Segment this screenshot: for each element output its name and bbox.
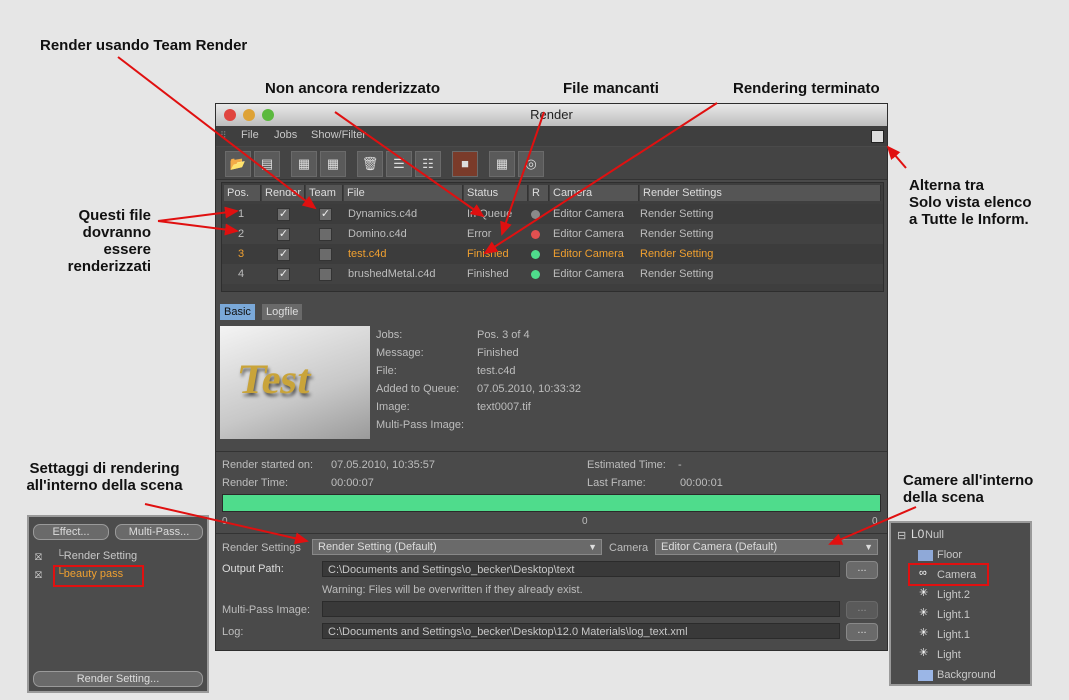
arrow-team-render xyxy=(117,56,317,210)
arrow-files-1 xyxy=(157,206,239,222)
arrow-not-rendered xyxy=(334,111,485,218)
arrow-files-2 xyxy=(157,220,239,236)
annotation-arrows xyxy=(117,56,917,545)
arrow-toggle xyxy=(886,145,907,169)
arrow-finished xyxy=(483,102,718,255)
arrow-cameras xyxy=(828,506,917,545)
arrow-scene-settings xyxy=(144,503,309,545)
arrow-missing xyxy=(500,111,545,236)
